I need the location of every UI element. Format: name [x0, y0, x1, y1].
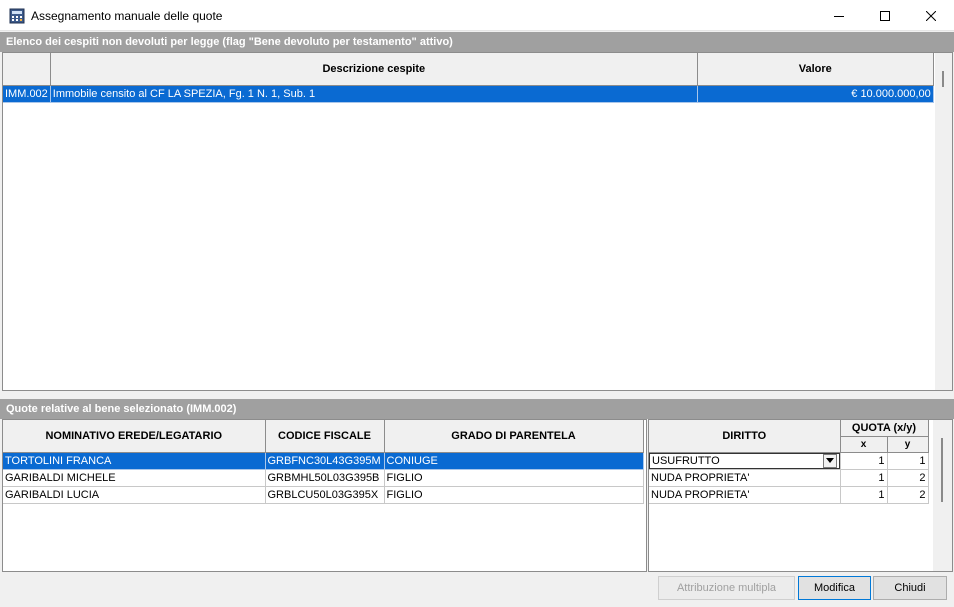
minimize-button[interactable]	[816, 0, 862, 31]
cespiti-table: Descrizione cespite Valore IMM.002 Immob…	[3, 53, 934, 103]
column-header-x[interactable]: x	[840, 436, 888, 453]
cell-descrizione[interactable]: Immobile censito al CF LA SPEZIA, Fg. 1 …	[50, 85, 698, 103]
cell-quota-y[interactable]: 2	[887, 469, 929, 487]
minimize-icon	[834, 15, 844, 17]
vertical-scrollbar[interactable]	[935, 53, 952, 390]
vertical-scrollbar[interactable]	[933, 420, 952, 571]
cell-quota-x[interactable]: 1	[840, 469, 888, 487]
cell-quota-y[interactable]: 2	[887, 486, 929, 504]
column-header-descrizione[interactable]: Descrizione cespite	[50, 53, 698, 86]
column-header-valore[interactable]: Valore	[697, 53, 934, 86]
table-row[interactable]: GARIBALDI LUCIA GRBLCU50L03G395X FIGLIO	[3, 486, 644, 504]
section-header-quote: Quote relative al bene selezionato (IMM.…	[0, 399, 954, 419]
chiudi-button[interactable]: Chiudi	[873, 576, 947, 600]
close-icon	[926, 10, 936, 21]
table-row[interactable]: NUDA PROPRIETA' 1 2	[649, 486, 929, 504]
cell-nominativo[interactable]: GARIBALDI MICHELE	[3, 469, 266, 487]
cespiti-grid[interactable]: Descrizione cespite Valore IMM.002 Immob…	[2, 52, 953, 391]
cell-grado[interactable]: FIGLIO	[384, 469, 644, 487]
column-header-quota[interactable]: QUOTA (x/y)	[840, 420, 929, 437]
scrollbar-thumb[interactable]	[941, 438, 943, 502]
calculator-app-icon	[9, 8, 25, 24]
eredi-grid[interactable]: NOMINATIVO EREDE/LEGATARIO CODICE FISCAL…	[2, 419, 647, 572]
title-bar: Assegnamento manuale delle quote	[0, 0, 954, 31]
diritti-table: DIRITTO QUOTA (x/y) x y USUFRUTTO 1 1 NU…	[649, 420, 929, 504]
cell-codice-fiscale[interactable]: GRBMHL50L03G395B	[265, 469, 385, 487]
window-title: Assegnamento manuale delle quote	[31, 9, 223, 23]
close-window-button[interactable]	[908, 0, 954, 31]
modifica-button[interactable]: Modifica	[798, 576, 871, 600]
maximize-icon	[880, 10, 890, 21]
maximize-button[interactable]	[862, 0, 908, 31]
column-header-diritto[interactable]: DIRITTO	[649, 420, 841, 453]
cell-codice-fiscale[interactable]: GRBFNC30L43G395M	[265, 452, 385, 470]
column-header-nominativo[interactable]: NOMINATIVO EREDE/LEGATARIO	[3, 420, 266, 453]
cell-grado[interactable]: CONIUGE	[384, 452, 644, 470]
cell-diritto[interactable]: NUDA PROPRIETA'	[649, 469, 841, 487]
column-header-y[interactable]: y	[887, 436, 929, 453]
cell-code[interactable]: IMM.002	[3, 85, 51, 103]
cell-quota-y[interactable]: 1	[887, 452, 929, 470]
column-header-grado[interactable]: GRADO DI PARENTELA	[384, 420, 644, 453]
chevron-down-icon[interactable]	[822, 453, 837, 468]
diritti-grid[interactable]: DIRITTO QUOTA (x/y) x y USUFRUTTO 1 1 NU…	[648, 419, 953, 572]
cell-nominativo[interactable]: TORTOLINI FRANCA	[3, 452, 266, 470]
table-row[interactable]: GARIBALDI MICHELE GRBMHL50L03G395B FIGLI…	[3, 469, 644, 487]
cell-diritto[interactable]: USUFRUTTO	[649, 452, 841, 470]
diritto-dropdown-value: USUFRUTTO	[652, 454, 720, 467]
eredi-table: NOMINATIVO EREDE/LEGATARIO CODICE FISCAL…	[3, 420, 644, 504]
cell-diritto[interactable]: NUDA PROPRIETA'	[649, 486, 841, 504]
cell-quota-x[interactable]: 1	[840, 486, 888, 504]
diritto-dropdown[interactable]: USUFRUTTO	[649, 452, 839, 468]
column-header-codice-fiscale[interactable]: CODICE FISCALE	[265, 420, 385, 453]
cell-valore[interactable]: € 10.000.000,00	[697, 85, 934, 103]
section-header-cespiti: Elenco dei cespiti non devoluti per legg…	[0, 32, 954, 52]
table-row[interactable]: NUDA PROPRIETA' 1 2	[649, 469, 929, 487]
cell-nominativo[interactable]: GARIBALDI LUCIA	[3, 486, 266, 504]
cell-grado[interactable]: FIGLIO	[384, 486, 644, 504]
table-row[interactable]: TORTOLINI FRANCA GRBFNC30L43G395M CONIUG…	[3, 452, 644, 470]
table-row[interactable]: IMM.002 Immobile censito al CF LA SPEZIA…	[3, 85, 934, 103]
cell-quota-x[interactable]: 1	[840, 452, 888, 470]
table-row[interactable]: USUFRUTTO 1 1	[649, 452, 929, 470]
cell-codice-fiscale[interactable]: GRBLCU50L03G395X	[265, 486, 385, 504]
attribuzione-multipla-button[interactable]: Attribuzione multipla	[658, 576, 795, 600]
scrollbar-thumb[interactable]	[942, 71, 944, 87]
column-header-code[interactable]	[3, 53, 51, 86]
